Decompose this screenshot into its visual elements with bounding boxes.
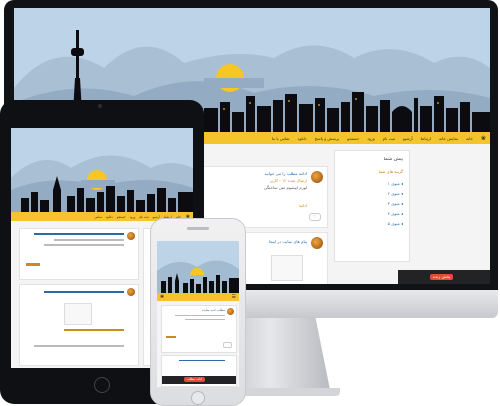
post-body: لورم ایپسوم متن ساختگی	[263, 185, 307, 190]
post-author-avatar	[311, 237, 323, 249]
post-tag-marker[interactable]	[166, 336, 176, 338]
tablet-nav-item[interactable]: ورود	[128, 215, 138, 219]
chevron-icon: ◂	[400, 221, 403, 226]
post-image-placeholder	[271, 255, 303, 281]
text-line	[175, 315, 225, 316]
desktop-nav-item[interactable]: خانه	[462, 136, 477, 141]
post-author-avatar	[227, 308, 234, 315]
text-line	[179, 360, 225, 361]
sidebar-link[interactable]: منوی ۵ ◂	[343, 221, 403, 226]
post-tag[interactable]: ادامه	[299, 203, 307, 208]
post-author-avatar	[311, 171, 323, 183]
post-meta: ارسال شده ۱۲ - کاربر	[269, 178, 307, 183]
text-line	[44, 291, 124, 293]
desktop-nav-item[interactable]: جستجو	[343, 136, 363, 141]
phone-logo-icon[interactable]: ❀	[157, 294, 167, 300]
phone-post-title[interactable]: مطلب جدید سایت	[202, 308, 225, 312]
text-line	[44, 244, 124, 246]
text-line	[64, 329, 124, 331]
desktop-nav-item[interactable]: نمایش خانه	[435, 136, 462, 141]
post-title[interactable]: ادامه مطلب را می خوانید	[207, 171, 307, 176]
heart-icon[interactable]	[223, 342, 232, 348]
phone-screen: ☰ ❀ مطلب جدید سایت ادامه مطلب	[157, 241, 239, 387]
desktop-nav-logo-icon[interactable]: ❀	[477, 135, 490, 142]
tablet-nav-item[interactable]: ثبت نام	[137, 215, 150, 219]
chevron-icon: ◂	[400, 201, 403, 206]
sidebar-link[interactable]: منوی ۲ ◂	[343, 191, 403, 196]
phone-device: ☰ ❀ مطلب جدید سایت ادامه مطلب	[150, 218, 246, 406]
desktop-nav-item[interactable]: آرشیو	[399, 136, 417, 141]
tablet-nav-item[interactable]: جستجو	[115, 215, 128, 219]
desktop-nav-item[interactable]: ارتباط	[417, 136, 435, 141]
text-line	[34, 345, 124, 347]
text-line	[185, 319, 225, 320]
tablet-camera	[98, 104, 102, 108]
text-line	[34, 233, 124, 235]
desktop-sidebar: پیش شما گزینه های شما منوی ۱ ◂ منوی ۲ ◂ …	[334, 150, 410, 262]
tablet-nav-item[interactable]: دانلود	[104, 215, 115, 219]
phone-bottom-badge[interactable]: ادامه مطلب	[184, 377, 206, 382]
chevron-icon: ◂	[400, 211, 403, 216]
phone-speaker	[187, 227, 209, 230]
tablet-header-art	[11, 128, 193, 212]
sidebar-link-list: منوی ۱ ◂ منوی ۲ ◂ منوی ۳ ◂ منوی ۴ ◂ منوی…	[343, 181, 403, 231]
heart-icon[interactable]: ♡	[309, 213, 321, 221]
chevron-icon: ◂	[400, 191, 403, 196]
desktop-nav-item[interactable]: پرسش و پاسخ	[311, 136, 344, 141]
desktop-nav-item[interactable]: دانلود	[293, 136, 310, 141]
chevron-icon: ◂	[400, 181, 403, 186]
phone-nav-bar: ☰ ❀	[157, 293, 239, 301]
phone-header-art	[157, 241, 239, 293]
text-line	[54, 239, 124, 241]
sidebar-subtitle: گزینه های شما	[378, 169, 403, 174]
desktop-nav-item[interactable]: تماس با ما	[268, 136, 294, 141]
post-tag-marker[interactable]	[26, 263, 40, 266]
tablet-post-card	[19, 284, 139, 366]
live-badge[interactable]: پخش زنده	[430, 274, 454, 280]
desktop-nav-item[interactable]: ورود	[363, 136, 379, 141]
sidebar-title: پیش شما	[383, 157, 403, 162]
tablet-nav-item[interactable]: تماس	[93, 215, 104, 219]
desktop-nav-item[interactable]: ثبت نام	[379, 136, 399, 141]
sidebar-link[interactable]: منوی ۳ ◂	[343, 201, 403, 206]
post-author-avatar	[127, 288, 135, 296]
tablet-post-card	[19, 228, 139, 280]
sidebar-link[interactable]: منوی ۱ ◂	[343, 181, 403, 186]
phone-home-button[interactable]	[191, 391, 205, 405]
post-author-avatar	[127, 232, 135, 240]
post-image-placeholder	[64, 303, 92, 325]
phone-post-card: مطلب جدید سایت	[161, 305, 237, 353]
phone-menu-icon[interactable]: ☰	[229, 294, 239, 300]
sidebar-link[interactable]: منوی ۴ ◂	[343, 211, 403, 216]
phone-post-card: ادامه مطلب	[161, 355, 237, 387]
tablet-home-button[interactable]	[94, 377, 110, 393]
